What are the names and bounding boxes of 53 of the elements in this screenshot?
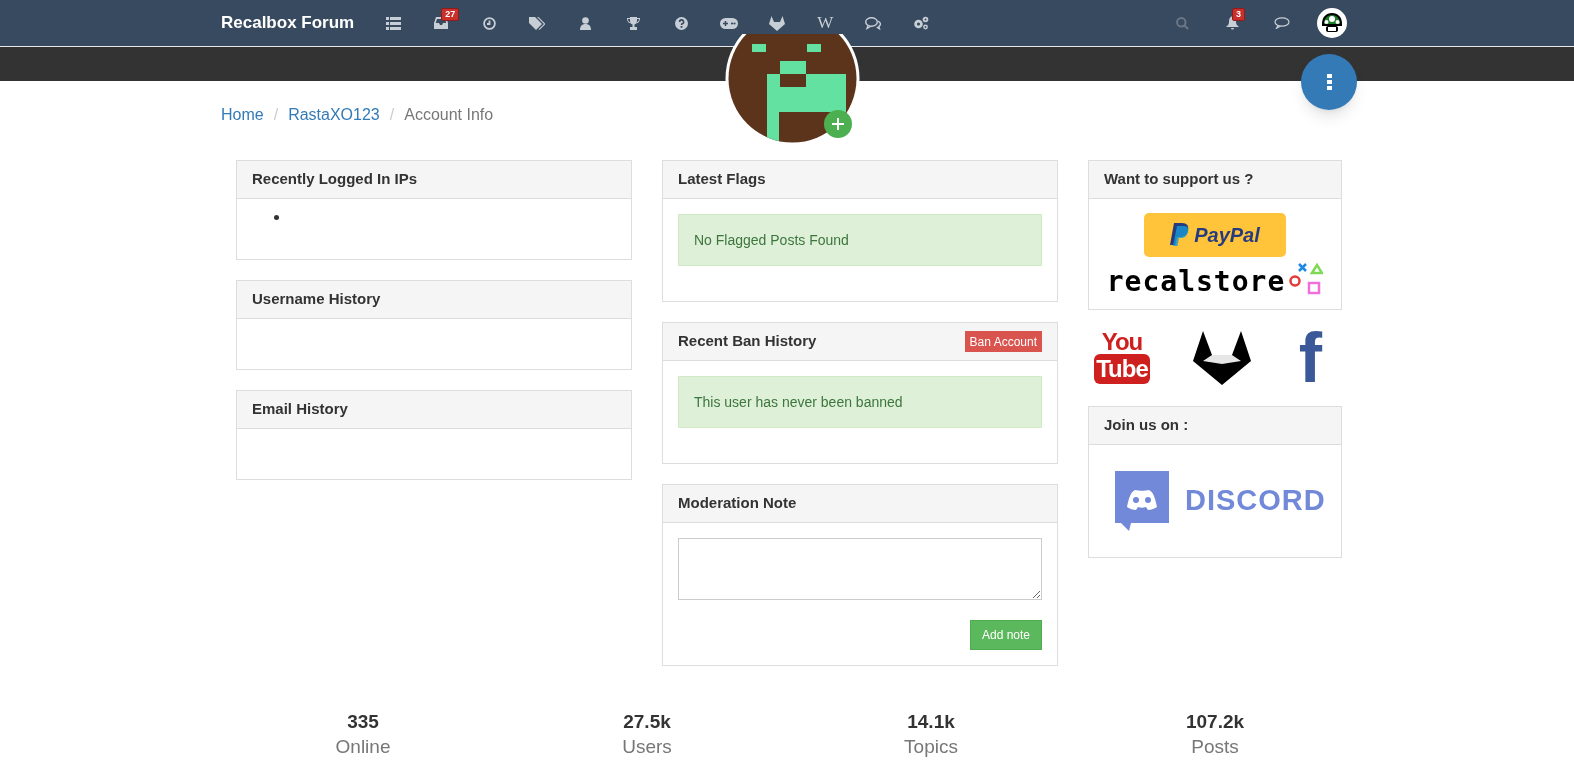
list-bullet [274,215,279,220]
note-field[interactable] [678,538,1042,600]
panel-title: Moderation Note [678,493,797,514]
panel-title: Recent Ban History [678,331,817,352]
panel-title: Email History [252,399,348,420]
breadcrumb-separator: / [388,105,396,125]
stat-label: Topics [904,735,958,759]
fox-icon[interactable] [769,15,786,31]
notification-badge: 27 [441,8,460,21]
store-link[interactable]: recalstore [1106,263,1324,295]
more-vertical-icon [1326,74,1332,90]
panel-title: Latest Flags [678,169,766,190]
breadcrumb-current: Account Info [404,105,494,125]
avatar-icon[interactable] [1317,8,1347,38]
stat-label: Users [622,735,672,759]
stat-label: Online [335,735,391,759]
stat-value: 107.2k [1185,710,1245,734]
stat-value: 14.1k [907,710,955,734]
breadcrumb-link[interactable]: RastaXO123 [288,103,380,127]
gears-icon[interactable] [913,16,930,30]
paypal-button[interactable]: PayPal [1144,213,1286,257]
tags-icon[interactable] [529,16,546,30]
panel-title: Join us on : [1104,415,1189,436]
trophy-icon[interactable] [626,16,640,30]
fox-logo-icon[interactable] [1193,331,1252,385]
chat-icon[interactable] [1274,17,1290,29]
panel-title: Username History [252,289,381,310]
more-button[interactable] [1301,54,1357,110]
add-photo-button[interactable] [824,110,852,138]
notification-badge: 3 [1232,8,1245,21]
stat-label: Posts [1191,735,1239,759]
panel-title: Want to support us ? [1104,169,1254,190]
comments-icon[interactable] [865,16,882,30]
wiki-button[interactable]: W [817,10,834,36]
panel-title: Recently Logged In IPs [252,169,418,190]
breadcrumb-link[interactable]: Home [221,103,264,127]
ban-account-button[interactable]: Ban Account [964,331,1042,352]
question-icon[interactable] [674,16,688,30]
success-alert: No Flagged Posts Found [678,214,1042,266]
plus-icon [832,118,844,130]
user-icon[interactable] [579,16,591,30]
list-icon[interactable] [385,16,401,30]
success-alert: This user has never been banned [678,376,1042,428]
stat-value: 335 [347,710,379,734]
button-symbols-icon [1289,263,1324,295]
stat-value: 27.5k [623,710,671,734]
gamepad-icon[interactable] [720,17,739,29]
breadcrumb-separator: / [272,105,280,125]
brand-link[interactable]: Recalbox Forum [221,10,355,36]
clock-icon[interactable] [482,16,496,30]
facebook-logo[interactable]: f [1298,330,1322,386]
paypal-p-icon [1170,223,1191,247]
discord-logo[interactable]: DISCORD [1115,471,1326,531]
